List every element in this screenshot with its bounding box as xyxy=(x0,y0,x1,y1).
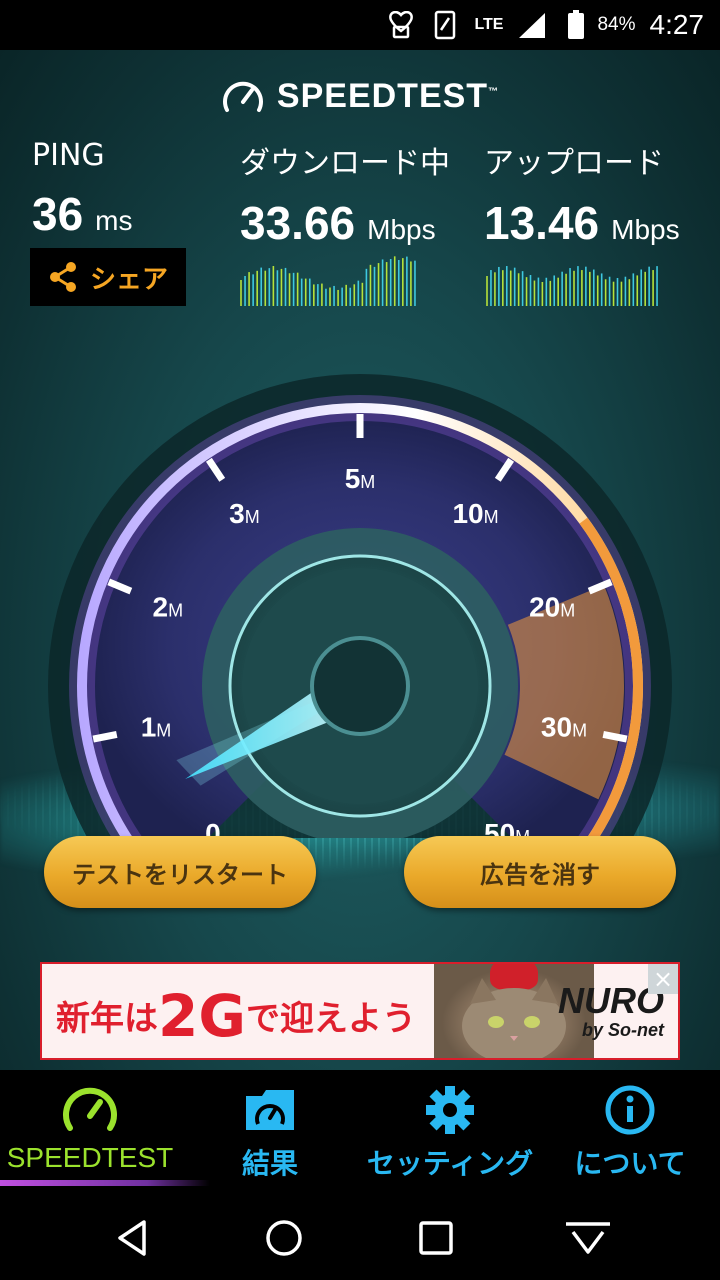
battery-icon xyxy=(561,10,591,40)
upload-value-row: 13.46 Mbps xyxy=(484,196,680,250)
upload-stat: アップロード 13.46 Mbps xyxy=(484,138,680,250)
gear-icon xyxy=(426,1086,474,1134)
status-bar: LTE 84% 4:27 xyxy=(0,0,720,50)
remove-ads-button[interactable]: 広告を消す xyxy=(404,836,676,908)
restart-test-button[interactable]: テストをリスタート xyxy=(44,836,316,908)
ad-banner[interactable]: 新年は2Gで迎えよう NURO by So-net × xyxy=(40,962,680,1060)
nav-label-results: 結果 xyxy=(241,1147,298,1180)
ad-brand-sub: by So-net xyxy=(581,1020,664,1040)
share-label: シェア xyxy=(89,264,168,295)
gauge-tick-mark xyxy=(602,730,628,743)
clock: 4:27 xyxy=(649,9,705,40)
back-button[interactable] xyxy=(102,1208,162,1268)
upload-value: 13.46 xyxy=(484,197,600,249)
upload-sparkline xyxy=(486,266,658,306)
ad-close-button[interactable]: × xyxy=(648,964,678,994)
share-button[interactable]: シェア xyxy=(30,248,186,306)
ad-headline: 新年は2Gで迎えよう xyxy=(56,982,416,1050)
share-icon xyxy=(49,262,76,292)
ping-value-row: 36 ms xyxy=(32,187,133,241)
battery-percent: 84% xyxy=(597,14,636,35)
hide-nav-button[interactable] xyxy=(558,1208,618,1268)
speedtest-screen: SPEEDTEST™ PING 36 ms ダウンロード中 33.66 Mbps ア… xyxy=(0,50,720,1070)
system-nav-bar xyxy=(0,1188,720,1280)
results-folder-icon xyxy=(246,1090,294,1130)
bottom-nav: SPEEDTEST 結果 セッティング について xyxy=(0,1070,720,1188)
gauge-center-hub xyxy=(310,636,410,736)
home-button[interactable] xyxy=(254,1208,314,1268)
speed-gauge: 01M2M3M5M10M20M30M50M xyxy=(48,374,672,838)
recents-button[interactable] xyxy=(406,1208,466,1268)
download-value: 33.66 xyxy=(240,197,356,249)
back-icon xyxy=(118,1220,146,1256)
upload-label: アップロード xyxy=(484,146,664,181)
recents-icon xyxy=(419,1221,453,1255)
gauge-icon xyxy=(63,1087,117,1131)
gauge-tick-label: 0 xyxy=(205,818,221,838)
hide-nav-icon xyxy=(566,1222,610,1254)
sim-icon xyxy=(430,10,460,40)
speedometer-logo-icon xyxy=(222,81,263,112)
gauge-dial xyxy=(48,374,672,838)
ping-stat: PING 36 ms xyxy=(32,138,133,241)
download-sparkline xyxy=(240,256,416,306)
download-unit: Mbps xyxy=(367,214,436,245)
nav-item-results[interactable]: 結果 xyxy=(180,1070,360,1188)
network-type: LTE xyxy=(474,16,504,33)
ping-unit: ms xyxy=(95,205,133,236)
nav-item-settings[interactable]: セッティング xyxy=(360,1070,540,1188)
home-icon xyxy=(266,1220,302,1256)
nav-label-about: について xyxy=(574,1147,686,1180)
download-stat: ダウンロード中 33.66 Mbps xyxy=(240,138,450,250)
info-icon xyxy=(605,1085,655,1135)
app-logo: SPEEDTEST™ xyxy=(0,76,720,116)
app-logo-text: SPEEDTEST™ xyxy=(276,76,500,115)
notification-icon xyxy=(386,10,416,40)
upload-unit: Mbps xyxy=(611,214,680,245)
ping-label: PING xyxy=(32,138,105,173)
download-label: ダウンロード中 xyxy=(240,146,450,181)
nav-label-settings: セッティング xyxy=(366,1147,534,1180)
nav-item-speedtest[interactable]: SPEEDTEST xyxy=(0,1070,180,1188)
signal-icon xyxy=(517,10,547,40)
download-value-row: 33.66 Mbps xyxy=(240,196,450,250)
nav-label-speedtest: SPEEDTEST xyxy=(6,1142,174,1173)
gauge-tick-mark xyxy=(92,730,118,743)
ping-value: 36 xyxy=(32,188,84,240)
nav-item-about[interactable]: について xyxy=(540,1070,720,1188)
